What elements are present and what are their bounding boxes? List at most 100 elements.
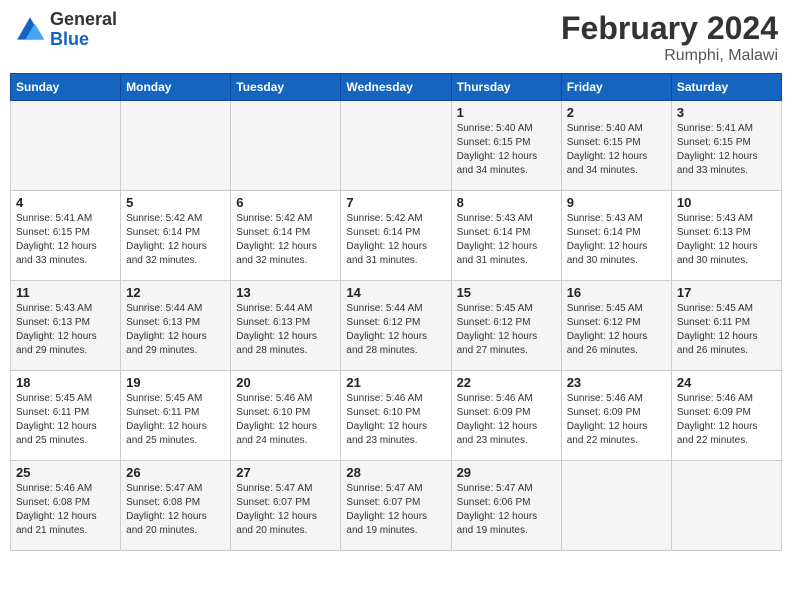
calendar-cell: 8 Sunrise: 5:43 AM Sunset: 6:14 PM Daylig… [451, 191, 561, 281]
day-number: 1 [457, 105, 556, 120]
day-number: 12 [126, 285, 225, 300]
day-of-week-header: Saturday [671, 74, 781, 101]
day-number: 2 [567, 105, 666, 120]
day-of-week-header: Friday [561, 74, 671, 101]
day-number: 29 [457, 465, 556, 480]
day-number: 26 [126, 465, 225, 480]
calendar-cell: 22 Sunrise: 5:46 AM Sunset: 6:09 PM Dayli… [451, 371, 561, 461]
day-info: Sunrise: 5:46 AM Sunset: 6:10 PM Dayligh… [346, 392, 445, 448]
calendar-cell: 10 Sunrise: 5:43 AM Sunset: 6:13 PM Dayli… [671, 191, 781, 281]
day-number: 16 [567, 285, 666, 300]
day-number: 21 [346, 375, 445, 390]
calendar-cell: 20 Sunrise: 5:46 AM Sunset: 6:10 PM Dayli… [231, 371, 341, 461]
calendar-cell: 4 Sunrise: 5:41 AM Sunset: 6:15 PM Daylig… [11, 191, 121, 281]
day-info: Sunrise: 5:46 AM Sunset: 6:10 PM Dayligh… [236, 392, 335, 448]
day-info: Sunrise: 5:46 AM Sunset: 6:09 PM Dayligh… [457, 392, 556, 448]
day-info: Sunrise: 5:43 AM Sunset: 6:14 PM Dayligh… [457, 212, 556, 268]
calendar-cell: 7 Sunrise: 5:42 AM Sunset: 6:14 PM Daylig… [341, 191, 451, 281]
day-info: Sunrise: 5:46 AM Sunset: 6:08 PM Dayligh… [16, 482, 115, 538]
day-of-week-header: Tuesday [231, 74, 341, 101]
calendar-cell: 6 Sunrise: 5:42 AM Sunset: 6:14 PM Daylig… [231, 191, 341, 281]
calendar-cell: 12 Sunrise: 5:44 AM Sunset: 6:13 PM Dayli… [121, 281, 231, 371]
calendar-cell: 16 Sunrise: 5:45 AM Sunset: 6:12 PM Dayli… [561, 281, 671, 371]
calendar-cell: 25 Sunrise: 5:46 AM Sunset: 6:08 PM Dayli… [11, 461, 121, 551]
day-info: Sunrise: 5:46 AM Sunset: 6:09 PM Dayligh… [567, 392, 666, 448]
day-number: 28 [346, 465, 445, 480]
calendar-cell [671, 461, 781, 551]
day-info: Sunrise: 5:46 AM Sunset: 6:09 PM Dayligh… [677, 392, 776, 448]
day-number: 9 [567, 195, 666, 210]
day-number: 25 [16, 465, 115, 480]
calendar-cell: 21 Sunrise: 5:46 AM Sunset: 6:10 PM Dayli… [341, 371, 451, 461]
month-year: February 2024 [561, 10, 778, 47]
day-info: Sunrise: 5:44 AM Sunset: 6:13 PM Dayligh… [236, 302, 335, 358]
calendar-cell: 1 Sunrise: 5:40 AM Sunset: 6:15 PM Daylig… [451, 101, 561, 191]
calendar-cell: 29 Sunrise: 5:47 AM Sunset: 6:06 PM Dayli… [451, 461, 561, 551]
day-info: Sunrise: 5:45 AM Sunset: 6:11 PM Dayligh… [16, 392, 115, 448]
calendar-cell: 18Sunrise: 5:45 AM Sunset: 6:11 PM Dayli… [11, 371, 121, 461]
day-of-week-header: Wednesday [341, 74, 451, 101]
calendar-week-row: 25 Sunrise: 5:46 AM Sunset: 6:08 PM Dayli… [11, 461, 782, 551]
logo-text: GeneralBlue [50, 10, 117, 50]
calendar-table: SundayMondayTuesdayWednesdayThursdayFrid… [10, 73, 782, 551]
day-info: Sunrise: 5:45 AM Sunset: 6:11 PM Dayligh… [126, 392, 225, 448]
calendar-week-row: 4 Sunrise: 5:41 AM Sunset: 6:15 PM Daylig… [11, 191, 782, 281]
day-number: 5 [126, 195, 225, 210]
day-number: 4 [16, 195, 115, 210]
calendar-cell [561, 461, 671, 551]
day-number: 22 [457, 375, 556, 390]
logo: GeneralBlue [14, 10, 117, 50]
calendar-cell: 19Sunrise: 5:45 AM Sunset: 6:11 PM Dayli… [121, 371, 231, 461]
day-of-week-header: Monday [121, 74, 231, 101]
calendar-cell: 13Sunrise: 5:44 AM Sunset: 6:13 PM Dayli… [231, 281, 341, 371]
calendar-cell: 28 Sunrise: 5:47 AM Sunset: 6:07 PM Dayli… [341, 461, 451, 551]
day-number: 27 [236, 465, 335, 480]
day-number: 23 [567, 375, 666, 390]
day-info: Sunrise: 5:45 AM Sunset: 6:12 PM Dayligh… [457, 302, 556, 358]
day-of-week-header: Sunday [11, 74, 121, 101]
day-info: Sunrise: 5:41 AM Sunset: 6:15 PM Dayligh… [16, 212, 115, 268]
logo-icon [14, 14, 46, 46]
day-info: Sunrise: 5:47 AM Sunset: 6:07 PM Dayligh… [346, 482, 445, 538]
calendar-cell: 3Sunrise: 5:41 AM Sunset: 6:15 PM Daylig… [671, 101, 781, 191]
calendar-cell: 5 Sunrise: 5:42 AM Sunset: 6:14 PM Daylig… [121, 191, 231, 281]
day-info: Sunrise: 5:42 AM Sunset: 6:14 PM Dayligh… [346, 212, 445, 268]
day-info: Sunrise: 5:45 AM Sunset: 6:12 PM Dayligh… [567, 302, 666, 358]
calendar-cell: 27 Sunrise: 5:47 AM Sunset: 6:07 PM Dayli… [231, 461, 341, 551]
day-number: 15 [457, 285, 556, 300]
day-info: Sunrise: 5:44 AM Sunset: 6:13 PM Dayligh… [126, 302, 225, 358]
day-number: 17 [677, 285, 776, 300]
day-info: Sunrise: 5:47 AM Sunset: 6:07 PM Dayligh… [236, 482, 335, 538]
calendar-cell: 24Sunrise: 5:46 AM Sunset: 6:09 PM Dayli… [671, 371, 781, 461]
day-info: Sunrise: 5:47 AM Sunset: 6:08 PM Dayligh… [126, 482, 225, 538]
calendar-week-row: 11Sunrise: 5:43 AM Sunset: 6:13 PM Dayli… [11, 281, 782, 371]
day-number: 14 [346, 285, 445, 300]
day-number: 8 [457, 195, 556, 210]
day-number: 10 [677, 195, 776, 210]
day-info: Sunrise: 5:45 AM Sunset: 6:11 PM Dayligh… [677, 302, 776, 358]
day-info: Sunrise: 5:40 AM Sunset: 6:15 PM Dayligh… [457, 122, 556, 178]
day-info: Sunrise: 5:44 AM Sunset: 6:12 PM Dayligh… [346, 302, 445, 358]
day-of-week-header: Thursday [451, 74, 561, 101]
day-info: Sunrise: 5:42 AM Sunset: 6:14 PM Dayligh… [126, 212, 225, 268]
day-info: Sunrise: 5:47 AM Sunset: 6:06 PM Dayligh… [457, 482, 556, 538]
calendar-cell [231, 101, 341, 191]
calendar-cell: 9 Sunrise: 5:43 AM Sunset: 6:14 PM Daylig… [561, 191, 671, 281]
location: Rumphi, Malawi [561, 47, 778, 65]
calendar-cell [341, 101, 451, 191]
calendar-header-row: SundayMondayTuesdayWednesdayThursdayFrid… [11, 74, 782, 101]
day-number: 20 [236, 375, 335, 390]
day-number: 7 [346, 195, 445, 210]
calendar-cell: 17 Sunrise: 5:45 AM Sunset: 6:11 PM Dayli… [671, 281, 781, 371]
calendar-cell [121, 101, 231, 191]
day-info: Sunrise: 5:43 AM Sunset: 6:14 PM Dayligh… [567, 212, 666, 268]
calendar-cell [11, 101, 121, 191]
title-block: February 2024 Rumphi, Malawi [561, 10, 778, 65]
calendar-cell: 14 Sunrise: 5:44 AM Sunset: 6:12 PM Dayli… [341, 281, 451, 371]
day-info: Sunrise: 5:43 AM Sunset: 6:13 PM Dayligh… [677, 212, 776, 268]
day-info: Sunrise: 5:42 AM Sunset: 6:14 PM Dayligh… [236, 212, 335, 268]
day-number: 6 [236, 195, 335, 210]
page-header: GeneralBlue February 2024 Rumphi, Malawi [10, 10, 782, 65]
day-info: Sunrise: 5:43 AM Sunset: 6:13 PM Dayligh… [16, 302, 115, 358]
calendar-cell: 15 Sunrise: 5:45 AM Sunset: 6:12 PM Dayli… [451, 281, 561, 371]
